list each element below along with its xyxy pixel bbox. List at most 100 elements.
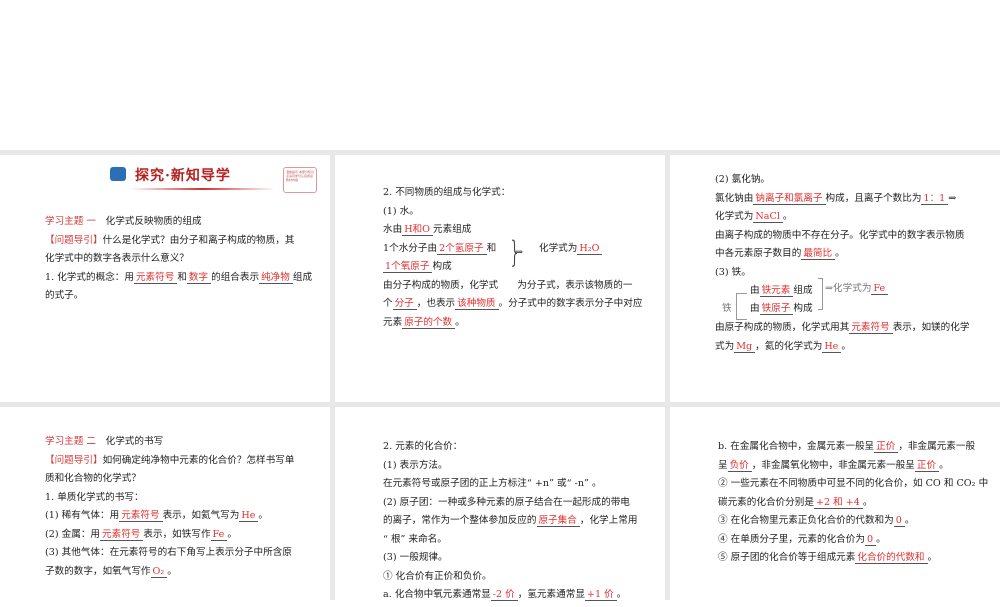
answer-fill: O₂	[150, 565, 168, 578]
text-segment: 。	[862, 496, 873, 508]
heading-label: 【问题导引】	[45, 454, 103, 466]
answer-fill: NaCl	[753, 211, 783, 223]
text-segment: 1. 单质化学式的书写：	[45, 491, 144, 503]
text-line: 在元素符号或原子团的正上方标注“ +n” 或“ -n” 。	[383, 475, 637, 494]
iron-label: 铁	[722, 303, 732, 314]
text-line: (3) 其他气体：在元素符号的右下角写上表示分子中所含原	[45, 544, 294, 563]
banner-title: 探究·新知导学	[135, 168, 231, 184]
text-segment: 。	[782, 211, 793, 222]
slide-sorter: 探究·新知导学 温馨提示 本部分知识点请同学们认真阅读教材内容 学习主题 一 化…	[0, 150, 1000, 607]
slide-thumbnail-3[interactable]: (2) 氯化钠。 氯化钠由 钠离子和氯离子 构成，且离子个数比为 1：1 ⇒ 化学式为 NaC…	[670, 155, 1000, 402]
text-segment: 。	[455, 316, 465, 328]
slide-thumbnail-4[interactable]: 学习主题 二 化学式的书写【问题导引】如何确定纯净物中元素的化合价？怎样书写单质…	[0, 407, 330, 607]
text-line: 2. 元素的化合价：	[383, 438, 637, 457]
text-segment: (3) 一般规律。	[383, 552, 448, 563]
text-segment: 由分子构成的物质，化学式 为分子式，表示该物质的一	[383, 279, 633, 291]
text-segment: 呈	[718, 459, 728, 471]
formula-answer: H₂O	[577, 243, 603, 255]
text-segment: (1) 表示方法。	[383, 459, 448, 471]
text-line: (3) 一般规律。	[383, 549, 637, 568]
text-segment: ⇒	[948, 192, 957, 204]
iron-element-line: 由铁元素 组成	[750, 282, 813, 297]
text-segment: 质和化合物的化学式？	[45, 473, 141, 484]
text-segment: 中各元素原子数目的	[715, 248, 802, 259]
text-segment: 元素	[383, 316, 403, 328]
text-segment: 由原子构成的物质，化学式用其	[715, 322, 850, 333]
answer-fill: 2个氢原子	[437, 242, 487, 255]
text-segment: 的离子，常作为一个整体参加反应的	[383, 515, 537, 526]
text-line: (1) 稀有气体：用 元素符号 表示，如氦气写为 He。	[45, 507, 294, 526]
text-segment: 化学式的书写	[96, 436, 164, 447]
answer-fill: 负价	[727, 459, 752, 472]
text-segment: ② 一些元素在不同物质中可显不同的化合价，如 CO 和 CO₂ 中	[718, 478, 989, 489]
text-segment: 。	[616, 589, 627, 600]
answer-fill: 数字	[186, 271, 212, 284]
text-segment: 化学式为	[715, 211, 754, 222]
text-segment: ③ 在化合物里元素正负化合价的代数和为	[718, 515, 894, 526]
text-line: 个分子 ，也表示 该种物质 。分子式中的数字表示分子中对应	[383, 295, 642, 314]
answer-fill: 该种物质	[455, 298, 499, 310]
iron-formula-answer: Fe	[871, 283, 889, 295]
text-segment: “ 根” 来命名。	[383, 533, 447, 545]
text-segment: ⑤ 原子团的化合价等于组成元素	[718, 552, 856, 563]
text-line: 的式子。	[45, 287, 312, 306]
answer-fill: 元素符号	[119, 510, 163, 522]
answer-fill: 最简比	[801, 248, 836, 260]
text-line: 化学式中的数字各表示什么意义？	[45, 250, 312, 269]
text-segment: (3) 其他气体：在元素符号的右下角写上表示分子中所含原	[45, 547, 292, 558]
slide-text: 学习主题 一 化学式反映物质的组成 【问题导引】什么是化学式？由分子和离子构成的物…	[45, 213, 312, 306]
banner-underline	[130, 188, 275, 190]
formula-label: 化学式为 H₂O	[539, 240, 603, 255]
slide-text: b. 在金属化合物中，金属元素一般呈 正价 ，非金属元素一般呈负价 ，非金属氧化物中，…	[718, 438, 988, 568]
text-segment: 2. 元素的化合价：	[383, 441, 463, 452]
text-line: 元素 原子的个数。	[383, 314, 642, 333]
section-banner: 探究·新知导学	[105, 161, 275, 191]
text-line: 学习主题 二 化学式的书写	[45, 433, 294, 452]
text-segment: b. 在金属化合物中，金属元素一般呈	[718, 441, 875, 452]
text-line: 学习主题 一 化学式反映物质的组成	[45, 213, 312, 232]
left-bracket	[736, 293, 747, 320]
slide-thumbnail-6[interactable]: b. 在金属化合物中，金属元素一般呈 正价 ，非金属元素一般呈负价 ，非金属氧化物中，…	[670, 407, 1000, 607]
text-line: 1. 化学式的概念：用 元素符号和数字 的组合表示 纯净物 组成	[45, 269, 312, 288]
text-segment: 的式子。	[45, 290, 84, 301]
text-line: 由离子构成的物质中不存在分子。化学式中的数字表示物质	[715, 227, 969, 246]
answer-fill: 元素符号	[849, 322, 893, 334]
text-segment: ，非金属元素一般	[898, 441, 976, 452]
slide-thumbnail-2[interactable]: 2. 不同物质的组成与化学式： (1) 水。 水由 H和O 元素组成 1个水分子由 2个氢原…	[335, 155, 665, 402]
slide-thumbnail-5[interactable]: 2. 元素的化合价： (1) 表示方法。在元素符号或原子团的正上方标注“ +n” …	[335, 407, 665, 607]
text-segment: 组成	[292, 271, 313, 283]
answer-fill: Mg	[734, 340, 756, 353]
text-segment: 。	[927, 552, 938, 563]
answer-fill: 正价	[914, 459, 940, 472]
compose-text: 组成	[793, 285, 813, 296]
text-segment: 。	[258, 510, 268, 521]
text-segment: 。分子式中的数字表示分子中对应	[498, 298, 643, 309]
slide-thumbnail-1[interactable]: 探究·新知导学 温馨提示 本部分知识点请同学们认真阅读教材内容 学习主题 一 化…	[0, 155, 330, 402]
text-segment: 。	[835, 248, 845, 259]
answer-fill: 元素符号	[100, 528, 144, 541]
text-segment: (1) 水。	[383, 205, 419, 217]
answer-fill: 原子集合	[536, 515, 580, 527]
text-line: 2. 不同物质的组成与化学式：	[383, 184, 642, 203]
text-line: 的离子，常作为一个整体参加反应的 原子集合 ，化学上常用	[383, 512, 637, 531]
answer-fill: 正价	[874, 441, 899, 453]
text-segment: 子数的数字，如氧气写作	[45, 565, 151, 577]
text-segment: 表示，如铁写作	[143, 528, 211, 540]
text-segment: 由离子构成的物质中不存在分子。化学式中的数字表示物质	[715, 229, 965, 241]
text-segment: 元素组成	[433, 224, 472, 235]
text-segment: 。	[167, 565, 177, 577]
text-line: 由原子构成的物质，化学式用其 元素符号 表示，如镁的化学	[715, 319, 969, 338]
text-segment: 构成，且离子个数比为	[825, 192, 922, 204]
text-segment: 如何确定纯净物中元素的化合价？怎样书写单	[102, 454, 295, 466]
slide-text: 2. 元素的化合价： (1) 表示方法。在元素符号或原子团的正上方标注“ +n” …	[383, 438, 637, 605]
text-line: (2) 氯化钠。	[715, 171, 969, 190]
text-segment: a. 化合物中氧元素通常显	[383, 589, 491, 600]
answer-fill: 原子的个数	[402, 316, 456, 329]
text-segment: ① 化合价有正价和负价。	[383, 570, 492, 582]
text-segment: 。	[876, 533, 886, 545]
answer-fill: 1个氧原子	[383, 261, 433, 273]
text-segment: 和	[486, 242, 497, 254]
formula-label-text: 化学式为	[539, 243, 578, 254]
text-line: 质和化合物的化学式？	[45, 470, 294, 489]
text-segment: ④ 在单质分子里，元素的化合价为	[718, 533, 865, 545]
